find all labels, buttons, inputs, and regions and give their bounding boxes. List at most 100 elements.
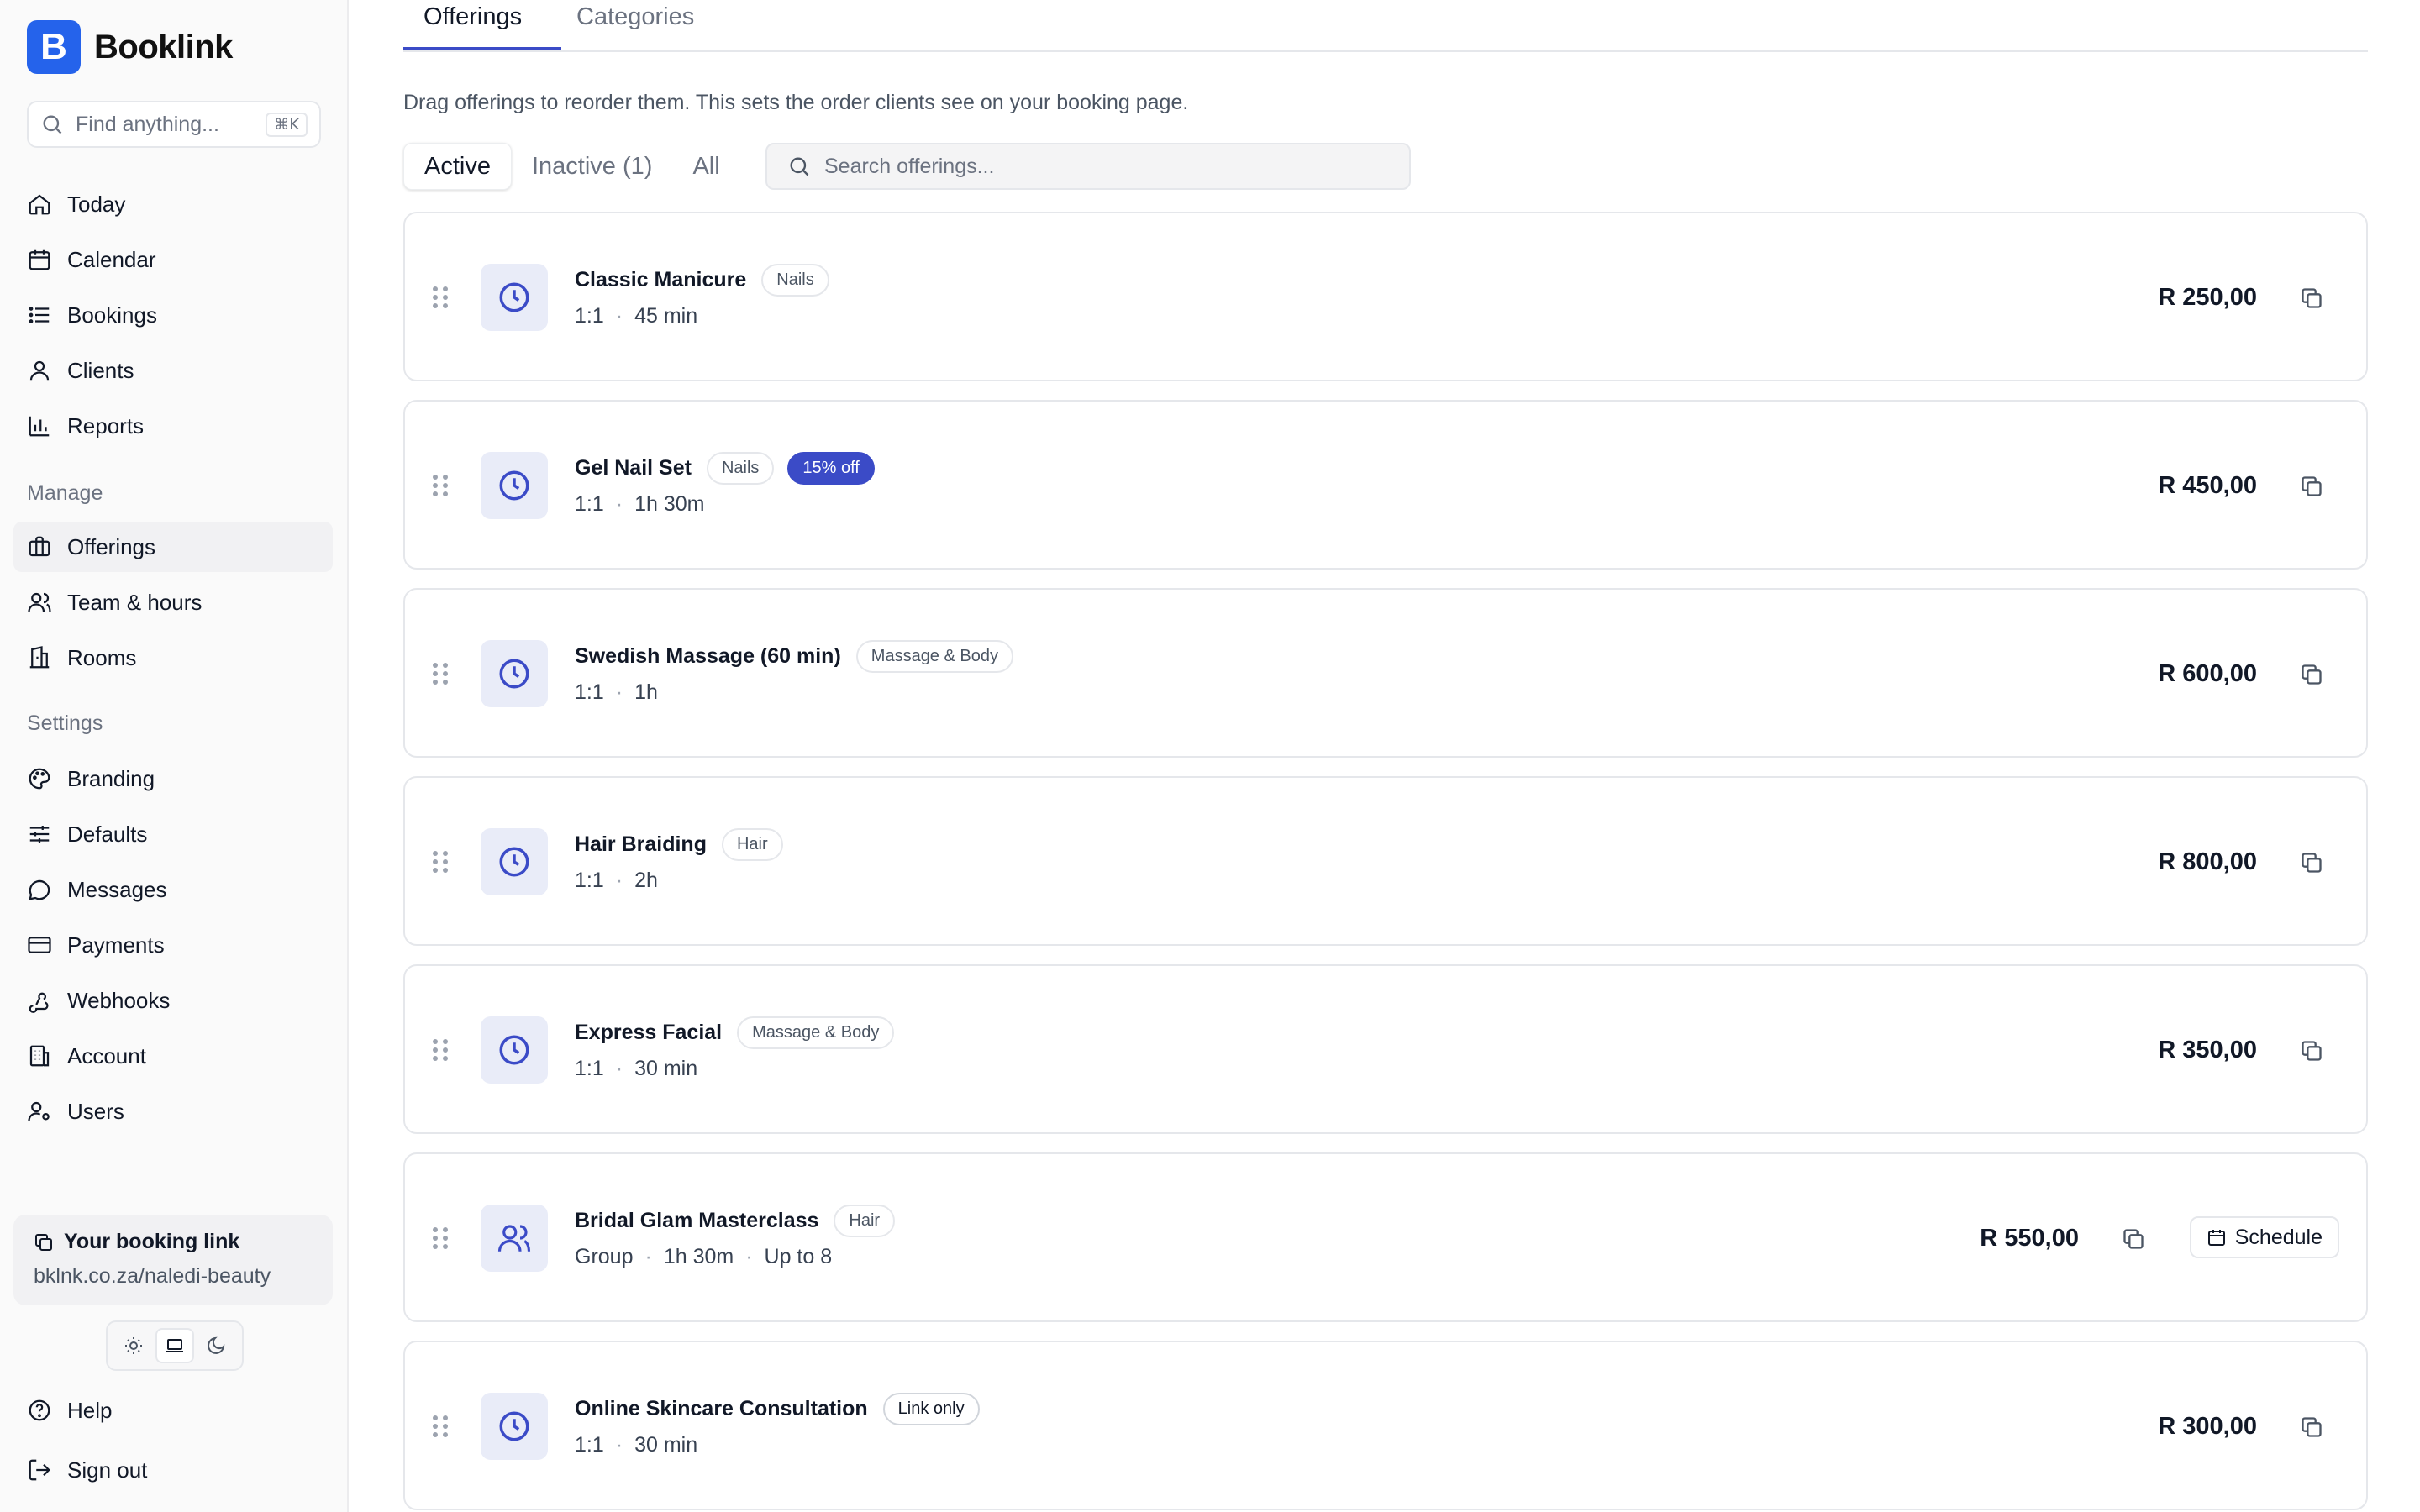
drag-handle-icon[interactable] — [430, 1037, 450, 1063]
nav-team-hours[interactable]: Team & hours — [13, 577, 333, 627]
tab-offerings[interactable]: Offerings — [403, 3, 542, 52]
offering-price: R 450,00 — [2158, 472, 2257, 499]
office-icon — [29, 1045, 50, 1067]
theme-light-button[interactable] — [114, 1328, 153, 1363]
sliders-icon — [29, 826, 50, 843]
duplicate-button[interactable] — [2297, 284, 2326, 312]
nav-label: Calendar — [67, 246, 156, 272]
nav-label: Users — [67, 1098, 124, 1124]
offering-meta: 1:1 · 30 min — [575, 1057, 698, 1080]
active-tab-indicator — [403, 47, 561, 50]
copy-icon — [2302, 853, 2322, 873]
duplicate-button[interactable] — [2297, 1037, 2326, 1065]
filter-inactive[interactable]: Inactive (1) — [512, 143, 672, 190]
offering-type: 1:1 — [575, 869, 604, 892]
nav-users[interactable]: Users — [13, 1086, 333, 1137]
search-icon — [43, 115, 62, 134]
nav-label: Today — [67, 191, 126, 217]
category-badge: Massage & Body — [855, 640, 1013, 673]
nav-payments[interactable]: Payments — [13, 920, 333, 970]
offering-type: 1:1 — [575, 492, 604, 516]
user-icon — [29, 360, 50, 381]
building-icon — [29, 646, 50, 669]
copy-icon — [2302, 1041, 2322, 1061]
nav-calendar[interactable]: Calendar — [13, 234, 333, 285]
drag-handle-icon[interactable] — [430, 660, 450, 687]
offering-card[interactable]: Swedish Massage (60 min) Massage & Body … — [403, 588, 2368, 758]
drag-handle-icon[interactable] — [430, 1413, 450, 1440]
offering-card[interactable]: Gel Nail Set Nails 15% off 1:1 · 1h 30m R … — [403, 400, 2368, 570]
clock-icon — [499, 1035, 529, 1065]
offering-card[interactable]: Online Skincare Consultation Link only 1… — [403, 1341, 2368, 1510]
theme-system-button[interactable] — [155, 1328, 194, 1363]
offering-meta: 1:1 · 45 min — [575, 304, 698, 328]
offering-price: R 600,00 — [2158, 660, 2257, 687]
offering-icon — [481, 1393, 548, 1460]
nav-sign-out[interactable]: Sign out — [13, 1445, 333, 1495]
section-label-settings: Settings — [27, 711, 103, 735]
global-search[interactable]: Find anything... ⌘K — [27, 101, 321, 148]
nav-messages[interactable]: Messages — [13, 864, 333, 915]
offering-duration: 45 min — [634, 304, 698, 328]
nav-label: Clients — [67, 357, 134, 383]
nav-label: Account — [67, 1042, 146, 1068]
nav-bookings[interactable]: Bookings — [13, 290, 333, 340]
clock-icon — [499, 470, 529, 501]
duplicate-button[interactable] — [2119, 1225, 2148, 1253]
offering-icon — [481, 264, 548, 331]
nav-rooms[interactable]: Rooms — [13, 633, 333, 683]
nav-offerings[interactable]: Offerings — [13, 522, 333, 572]
offering-card[interactable]: Hair Braiding Hair 1:1 · 2h R 800,00 — [403, 776, 2368, 946]
nav-webhooks[interactable]: Webhooks — [13, 975, 333, 1026]
duplicate-button[interactable] — [2297, 848, 2326, 877]
nav-branding[interactable]: Branding — [13, 753, 333, 804]
theme-dark-button[interactable] — [197, 1328, 235, 1363]
nav-label: Team & hours — [67, 589, 203, 615]
drag-handle-icon[interactable] — [430, 284, 450, 311]
copy-icon — [2302, 664, 2322, 685]
duplicate-button[interactable] — [2297, 1413, 2326, 1441]
offering-duration: 30 min — [634, 1433, 698, 1457]
user-cog-icon — [28, 1101, 50, 1121]
offerings-search[interactable] — [765, 143, 1411, 190]
users-icon — [28, 592, 51, 612]
promo-badge: 15% off — [787, 452, 875, 485]
filter-active[interactable]: Active — [403, 143, 512, 190]
tab-categories[interactable]: Categories — [556, 3, 714, 52]
drag-handle-icon[interactable] — [430, 848, 450, 875]
offering-card[interactable]: Bridal Glam Masterclass Hair Group · 1h 30… — [403, 1152, 2368, 1322]
category-badge: Hair — [721, 828, 783, 861]
reorder-hint: Drag offerings to reorder them. This set… — [403, 91, 1189, 114]
drag-handle-icon[interactable] — [430, 472, 450, 499]
duplicate-button[interactable] — [2297, 472, 2326, 501]
message-icon — [29, 879, 50, 900]
credit-card-icon — [28, 937, 51, 953]
offering-meta: 1:1 · 1h — [575, 680, 658, 704]
duplicate-button[interactable] — [2297, 660, 2326, 689]
search-placeholder: Find anything... — [76, 112, 219, 136]
brand-logo: B — [27, 20, 81, 74]
palette-icon — [29, 768, 50, 790]
nav-reports[interactable]: Reports — [13, 401, 333, 451]
filter-all[interactable]: All — [672, 143, 739, 190]
booking-link-card[interactable]: Your booking link bklnk.co.za/naledi-bea… — [13, 1215, 333, 1305]
offering-card[interactable]: Classic Manicure Nails 1:1 · 45 min R 250,… — [403, 212, 2368, 381]
bar-chart-icon — [29, 416, 50, 437]
offering-duration: 1h — [634, 680, 658, 704]
nav-clients[interactable]: Clients — [13, 345, 333, 396]
status-filter: Active Inactive (1) All — [403, 141, 740, 192]
nav-help[interactable]: Help — [13, 1385, 333, 1436]
nav-today[interactable]: Today — [13, 179, 333, 229]
nav-defaults[interactable]: Defaults — [13, 809, 333, 859]
brand[interactable]: B Booklink — [27, 20, 233, 74]
nav-account[interactable]: Account — [13, 1031, 333, 1081]
offering-type: 1:1 — [575, 304, 604, 328]
nav-label: Messages — [67, 876, 167, 902]
drag-handle-icon[interactable] — [430, 1225, 450, 1252]
offering-card[interactable]: Express Facial Massage & Body 1:1 · 30 min… — [403, 964, 2368, 1134]
schedule-button[interactable]: Schedule — [2189, 1216, 2339, 1258]
offerings-search-input[interactable] — [824, 154, 1362, 179]
booking-link-url[interactable]: bklnk.co.za/naledi-beauty — [34, 1264, 313, 1289]
offering-price: R 550,00 — [1980, 1225, 2079, 1252]
moon-icon — [208, 1336, 225, 1354]
